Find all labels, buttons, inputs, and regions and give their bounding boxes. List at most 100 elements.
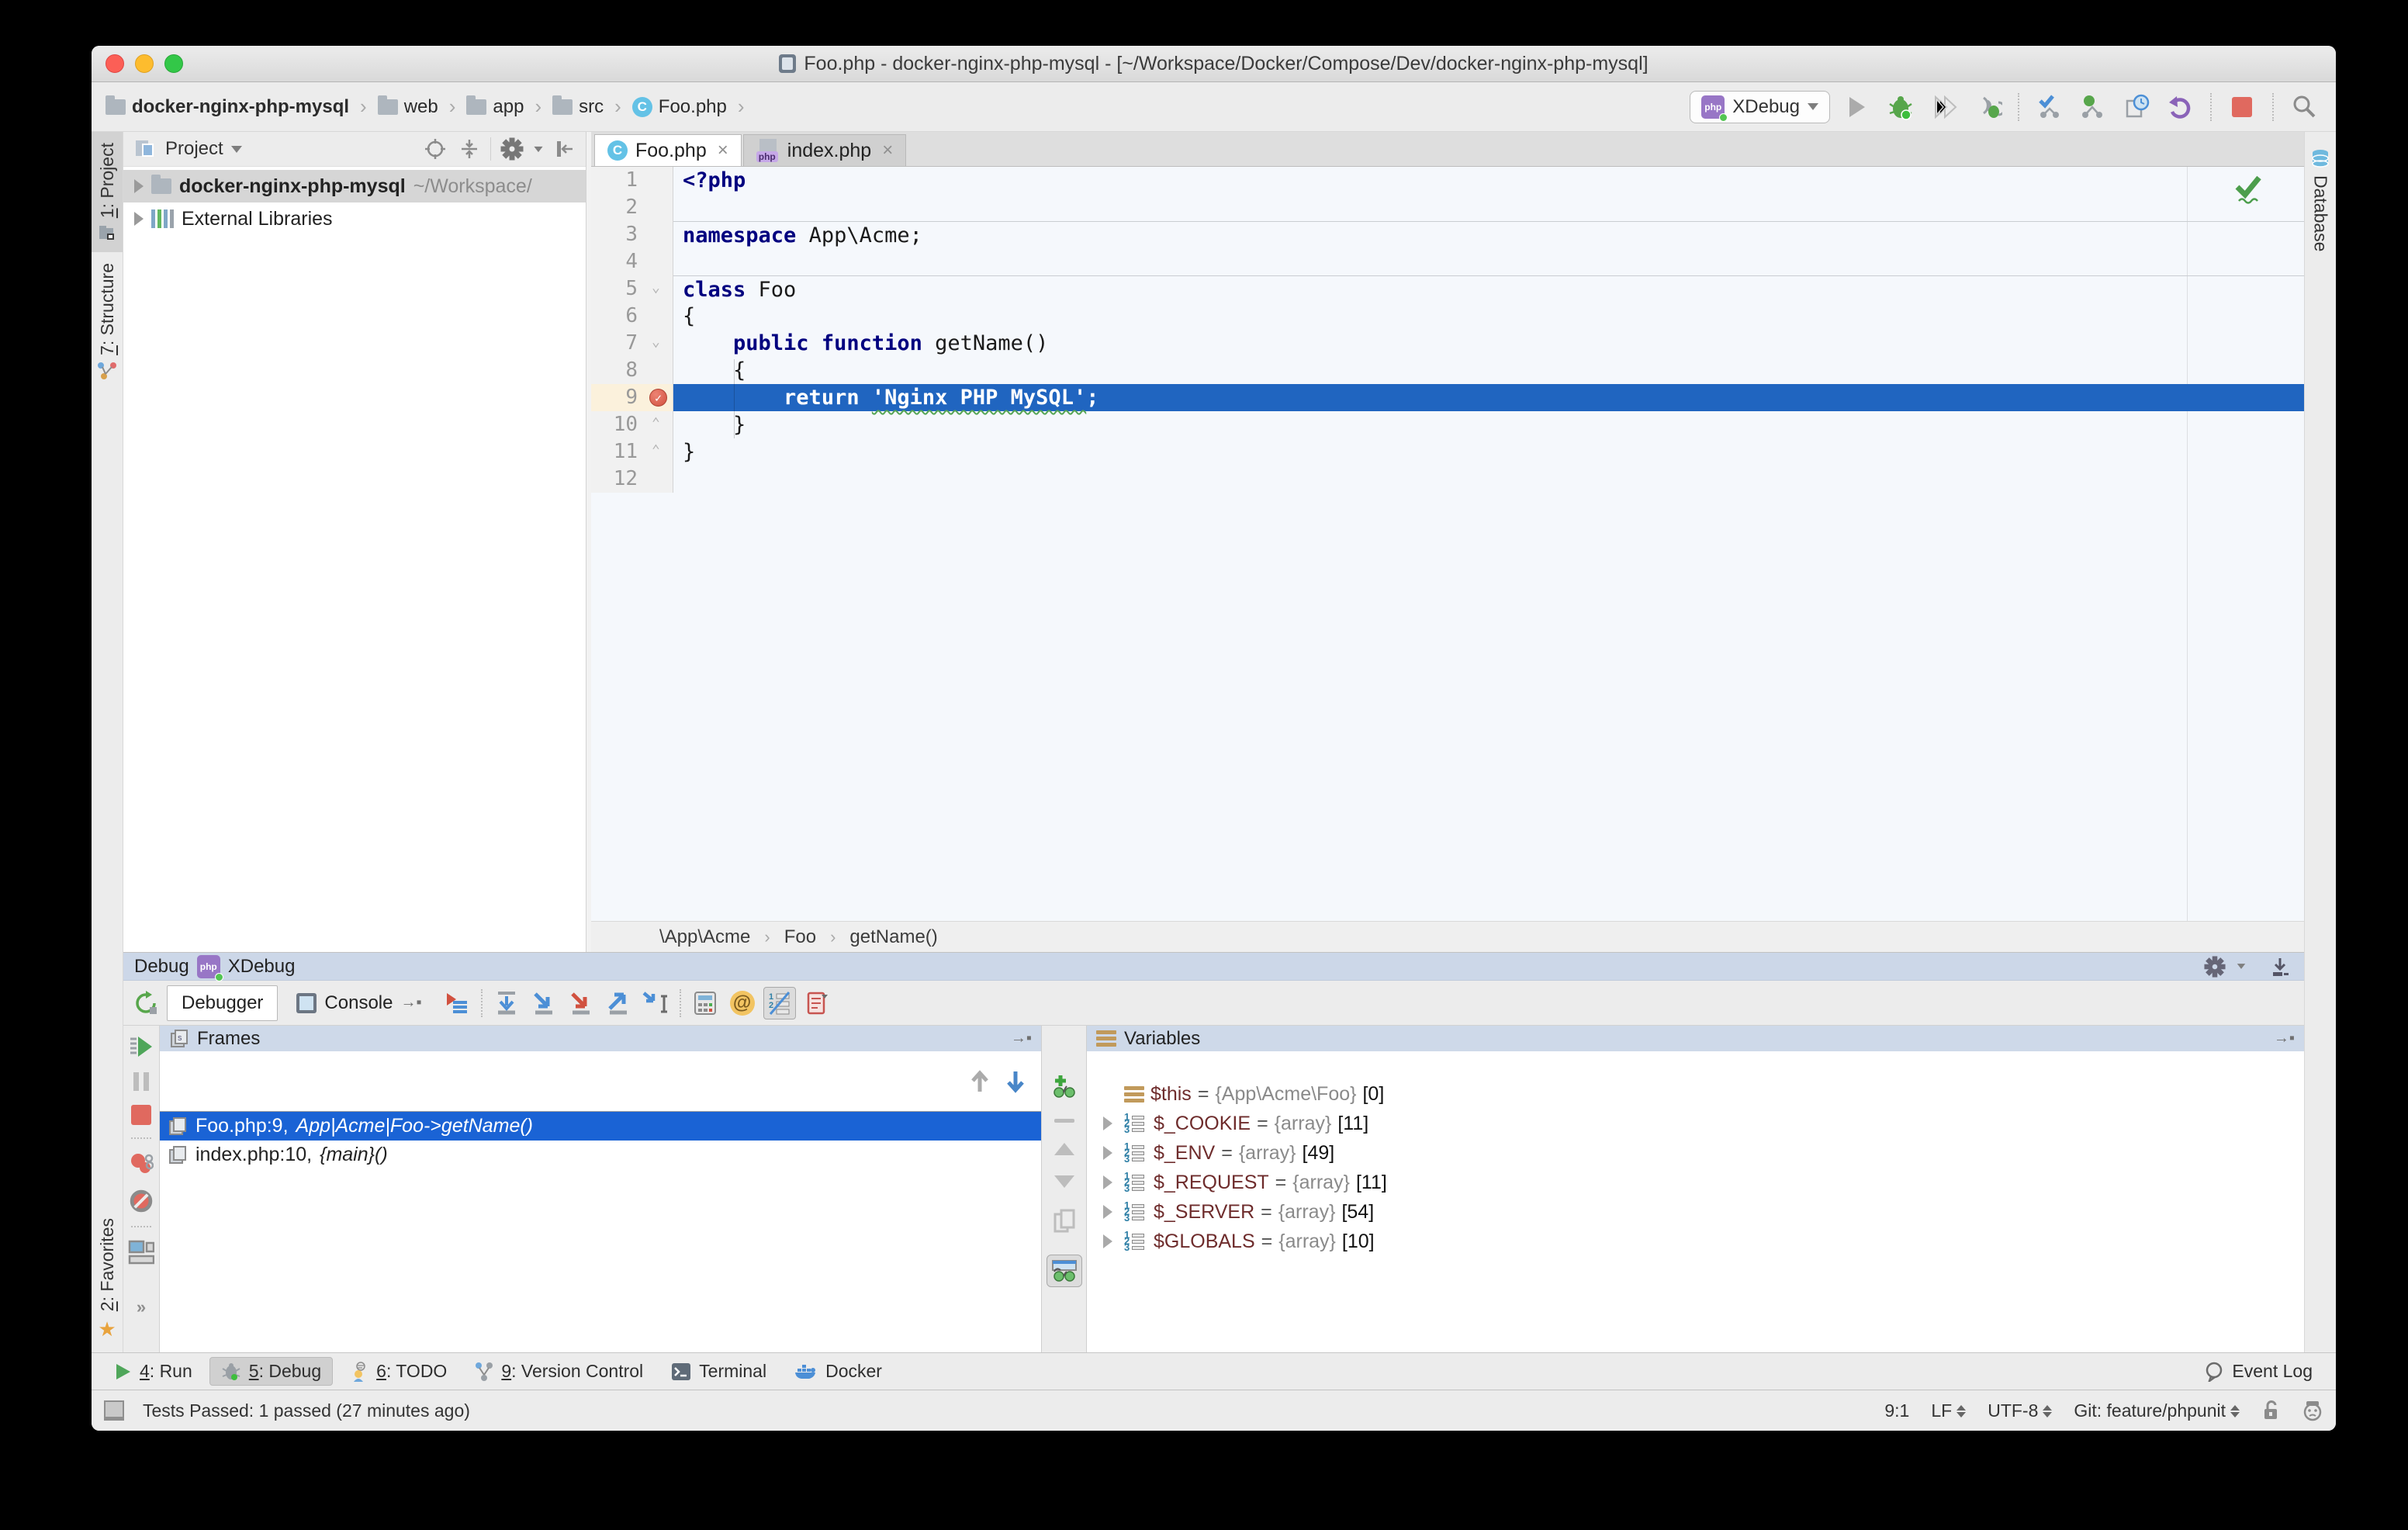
float-panel-icon[interactable]: →▪ (1011, 1030, 1032, 1047)
chevron-down-icon[interactable] (2237, 964, 2246, 969)
locate-file-icon[interactable] (422, 136, 448, 162)
gutter-fold-column[interactable] (645, 248, 673, 275)
code-line[interactable]: 6{ (591, 303, 2304, 330)
show-execution-point-icon[interactable] (441, 987, 473, 1019)
variable-row[interactable]: 123$_COOKIE = {array} [11] (1087, 1109, 2304, 1138)
remove-watch-icon[interactable] (1054, 1119, 1074, 1123)
event-log-button[interactable]: Event Log (2204, 1361, 2323, 1382)
commit-changes-icon[interactable] (2077, 91, 2109, 123)
move-watch-down-icon[interactable] (1054, 1175, 1074, 1188)
lock-icon[interactable] (2261, 1400, 2280, 1421)
tool-button-docker[interactable]: Docker (784, 1358, 893, 1385)
line-number[interactable]: 8 (591, 357, 645, 384)
tool-button--debug[interactable]: 5: Debug (209, 1357, 333, 1386)
frame-row[interactable]: Foo.php:9, App|Acme|Foo->getName() (160, 1112, 1041, 1141)
tool-button--version-control[interactable]: 9: Version Control (464, 1358, 654, 1385)
more-stripe-actions-icon[interactable]: » (137, 1297, 146, 1317)
sidebar-item-project[interactable]: 1: Project (92, 132, 123, 252)
project-tree-row[interactable]: External Libraries (123, 202, 586, 235)
expand-arrow-icon[interactable] (1103, 1205, 1112, 1219)
gutter-fold-column[interactable] (645, 221, 673, 248)
expand-arrow-icon[interactable] (134, 212, 144, 226)
listen-debug-connections-icon[interactable] (1971, 91, 2004, 123)
variable-row[interactable]: $this = {App\Acme\Foo} [0] (1087, 1079, 2304, 1109)
variable-expander[interactable] (1098, 1175, 1118, 1189)
highlighting-level-icon[interactable] (2302, 1400, 2323, 1421)
force-step-into-icon[interactable] (565, 987, 597, 1019)
line-number[interactable]: 3 (591, 221, 645, 248)
breadcrumb-item[interactable]: docker-nginx-php-mysql (102, 95, 352, 119)
sidebar-item-favorites[interactable]: 2: Favorites★ (92, 1207, 123, 1352)
step-into-icon[interactable] (528, 987, 560, 1019)
expand-arrow-icon[interactable] (134, 179, 144, 193)
settings-gear-icon[interactable] (499, 136, 525, 162)
expand-arrow-icon[interactable] (1103, 1146, 1112, 1160)
debug-button-icon[interactable] (1884, 91, 1917, 123)
mute-breakpoints-stripe-icon[interactable] (129, 1189, 154, 1213)
variable-row[interactable]: 123$_ENV = {array} [49] (1087, 1138, 2304, 1168)
run-to-cursor-icon[interactable] (639, 987, 672, 1019)
stop-icon[interactable] (2226, 91, 2258, 123)
editor-tab-index-php[interactable]: phpindex.php× (743, 134, 906, 166)
code-line[interactable]: 1<?php (591, 167, 2304, 194)
fold-collapse-icon[interactable]: ⌄ (652, 337, 664, 349)
previous-frame-icon[interactable] (970, 1070, 990, 1093)
line-number[interactable]: 9 (591, 384, 645, 411)
fold-end-icon[interactable]: ⌃ (652, 445, 664, 458)
chevron-down-icon[interactable] (231, 146, 242, 153)
sidebar-item-structure[interactable]: 7: Structure (92, 252, 123, 391)
line-number[interactable]: 6 (591, 303, 645, 330)
restore-layout-icon[interactable] (128, 1240, 154, 1265)
code-line[interactable]: 10⌃ } (591, 411, 2304, 438)
rollback-icon[interactable] (2164, 91, 2196, 123)
line-number[interactable]: 1 (591, 167, 645, 194)
tab-debugger[interactable]: Debugger (167, 985, 278, 1021)
gutter-fold-column[interactable]: ⌃ (645, 438, 673, 466)
breadcrumb-item[interactable]: src (549, 95, 607, 119)
tool-button-terminal[interactable]: Terminal (660, 1358, 777, 1385)
rerun-icon[interactable] (130, 987, 162, 1019)
pause-program-icon[interactable] (131, 1071, 151, 1092)
editor-breadcrumb-item[interactable]: Foo (784, 926, 816, 948)
tool-button--run[interactable]: 4: Run (104, 1358, 203, 1385)
tab-console[interactable]: Console →▪ (282, 985, 435, 1021)
run-with-coverage-icon[interactable] (1928, 91, 1960, 123)
next-frame-icon[interactable] (1005, 1070, 1026, 1093)
gutter-fold-column[interactable] (645, 303, 673, 330)
add-watch-icon[interactable] (1051, 1074, 1078, 1099)
step-out-icon[interactable] (602, 987, 635, 1019)
code-line[interactable]: 5⌄class Foo (591, 275, 2304, 303)
project-tree-row[interactable]: docker-nginx-php-mysql ~/Workspace/ (123, 170, 586, 202)
sidebar-item-database[interactable]: Database (2305, 138, 2336, 262)
gutter-fold-column[interactable] (645, 194, 673, 221)
line-separator-widget[interactable]: LF (1931, 1400, 1966, 1421)
inline-values-icon[interactable]: @ (726, 987, 759, 1019)
gutter-fold-column[interactable] (645, 167, 673, 194)
code-line[interactable]: 3namespace App\Acme; (591, 221, 2304, 248)
view-breakpoints-icon[interactable] (801, 987, 833, 1019)
editor-tab-Foo-php[interactable]: CFoo.php× (594, 134, 742, 166)
debug-settings-gear-icon[interactable] (2202, 954, 2228, 980)
editor-breadcrumb-item[interactable]: \App\Acme (659, 926, 750, 948)
close-tab-icon[interactable]: × (718, 140, 728, 161)
float-panel-icon[interactable]: →▪ (2274, 1030, 2295, 1047)
search-everywhere-icon[interactable] (2288, 91, 2320, 123)
editor-breadcrumb-item[interactable]: getName() (849, 926, 937, 948)
evaluate-expression-icon[interactable] (689, 987, 721, 1019)
code-line[interactable]: 2 (591, 194, 2304, 221)
frame-row[interactable]: index.php:10, {main}() (160, 1141, 1041, 1169)
mute-breakpoints-toggle-icon[interactable]: 12 (763, 987, 796, 1019)
view-breakpoints-stripe-icon[interactable] (129, 1151, 154, 1176)
variable-row[interactable]: 123$_REQUEST = {array} [11] (1087, 1168, 2304, 1197)
variable-expander[interactable] (1098, 1205, 1118, 1219)
update-project-icon[interactable] (2033, 91, 2066, 123)
expand-arrow-icon[interactable] (1103, 1116, 1112, 1130)
expand-arrow-icon[interactable] (1103, 1175, 1112, 1189)
code-line[interactable]: 12 (591, 466, 2304, 493)
hide-panel-icon[interactable] (552, 136, 578, 162)
resume-program-icon[interactable] (129, 1035, 154, 1058)
chevron-down-icon[interactable] (534, 146, 542, 151)
code-line[interactable]: 7⌄ public function getName() (591, 330, 2304, 357)
breadcrumb-item[interactable]: app (463, 95, 527, 119)
variable-row[interactable]: 123$_SERVER = {array} [54] (1087, 1197, 2304, 1227)
